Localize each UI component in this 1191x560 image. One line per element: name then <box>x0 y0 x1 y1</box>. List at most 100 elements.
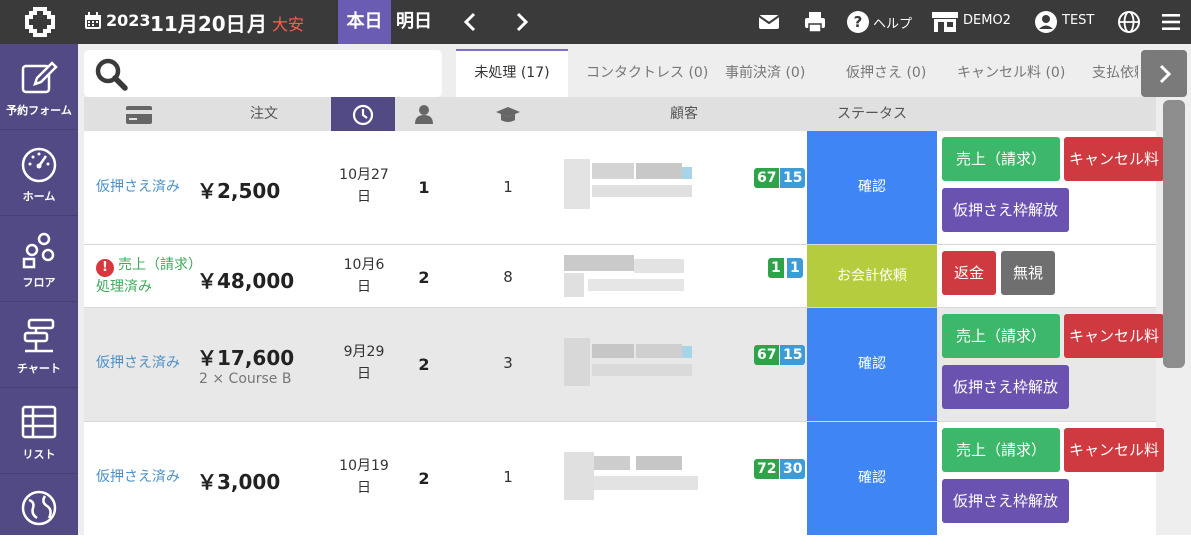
date-line: 日 <box>357 189 371 205</box>
customer-rank: 1 <box>503 178 513 196</box>
confirm-status-cell[interactable]: 確認 <box>807 422 937 535</box>
reservation-status[interactable]: ! 売上（請求）処理済み <box>96 255 196 297</box>
table-row[interactable]: 仮押さえ済み ￥2,500 10月27 日 1 1 67 15 確認 売上（請求… <box>84 131 1164 245</box>
point-badge: 1 <box>787 258 803 278</box>
dashboard-icon <box>21 147 57 183</box>
sidebar-item-label: フロア <box>22 276 56 289</box>
customer-info-redacted[interactable] <box>564 255 704 305</box>
order-price: ￥17,600 <box>197 346 295 370</box>
visit-count-badge: 67 <box>754 168 780 188</box>
date-year: 2023 <box>106 11 151 30</box>
sidebar-item-chart[interactable]: チャート <box>0 302 78 388</box>
visit-count-badge: 67 <box>754 345 780 365</box>
tomorrow-button[interactable]: 明日 <box>396 0 432 44</box>
top-bar: 2023 11月20日 月 大安 本日 明日 ? ヘルプ DEMO2 TEST <box>0 0 1191 44</box>
reservation-status[interactable]: 仮押さえ済み <box>96 353 180 373</box>
status-column-header[interactable]: ステータス <box>807 97 937 131</box>
warning-icon: ! <box>96 259 114 277</box>
tab-unprocessed[interactable]: 未処理 (17) <box>456 49 568 97</box>
sidebar-item-home[interactable]: ホーム <box>0 130 78 216</box>
customer-info-redacted[interactable] <box>564 338 704 388</box>
reservation-status[interactable]: 仮押さえ済み <box>96 467 180 487</box>
charge-button[interactable]: 売上（請求） <box>942 428 1060 472</box>
charge-button[interactable]: 売上（請求） <box>942 137 1060 181</box>
point-badge: 30 <box>780 459 806 479</box>
sidebar-item-reservation-form[interactable]: 予約フォーム <box>0 44 78 130</box>
release-hold-button[interactable]: 仮押さえ枠解放 <box>942 479 1069 523</box>
course-detail: 2 × Course B <box>199 371 292 387</box>
reservation-status[interactable]: 仮押さえ済み <box>96 177 180 197</box>
chevron-left-icon[interactable] <box>459 10 483 34</box>
today-button[interactable]: 本日 <box>338 0 391 44</box>
tab-tentative[interactable]: 仮押さえ (0) <box>846 49 926 97</box>
guest-count: 2 <box>418 355 430 374</box>
help-icon[interactable]: ? <box>846 10 870 34</box>
refund-button[interactable]: 返金 <box>942 251 996 295</box>
svg-text:?: ? <box>854 13 863 31</box>
customer-info-redacted[interactable] <box>564 452 704 502</box>
search-input[interactable] <box>84 50 442 97</box>
reservation-date: 9月29 日 <box>324 341 404 385</box>
customer-info-redacted[interactable] <box>564 159 704 209</box>
tab-bar: 未処理 (17) コンタクトレス (0) 事前決済 (0) 仮押さえ (0) キ… <box>448 44 1138 100</box>
guest-count: 2 <box>418 469 430 488</box>
date-rokuyo: 大安 <box>272 15 305 34</box>
sidebar-item-list[interactable]: リスト <box>0 388 78 474</box>
point-badge: 15 <box>780 345 806 365</box>
release-hold-button[interactable]: 仮押さえ枠解放 <box>942 365 1069 409</box>
chevron-right-icon <box>1159 64 1172 84</box>
ignore-button[interactable]: 無視 <box>1001 251 1055 295</box>
confirm-status-cell[interactable]: 確認 <box>807 131 937 244</box>
table-header: 注文 顧客 ステータス <box>84 97 1156 131</box>
shop-name[interactable]: DEMO2 <box>963 13 1011 28</box>
list-icon <box>21 405 57 439</box>
print-icon[interactable] <box>803 10 827 34</box>
guests-column-header[interactable] <box>404 97 444 131</box>
payment-column-header[interactable] <box>114 97 154 131</box>
cancel-fee-button[interactable]: キャンセル料 <box>1064 314 1164 358</box>
tab-prepaid[interactable]: 事前決済 (0) <box>725 49 805 97</box>
guest-count: 1 <box>418 178 430 197</box>
help-link[interactable]: ヘルプ <box>873 13 912 32</box>
cancel-fee-button[interactable]: キャンセル料 <box>1064 428 1164 472</box>
person-icon <box>415 105 433 124</box>
cancel-fee-button[interactable]: キャンセル料 <box>1064 137 1164 181</box>
user-name[interactable]: TEST <box>1062 13 1094 28</box>
clock-icon <box>352 104 374 126</box>
app-logo-icon[interactable] <box>24 6 56 38</box>
date-month-day: 11月20日 <box>150 12 246 36</box>
guest-count: 2 <box>418 268 430 287</box>
tab-cancel-fee[interactable]: キャンセル料 (0) <box>957 49 1065 97</box>
user-icon[interactable] <box>1034 10 1058 34</box>
credit-card-icon <box>126 106 152 124</box>
chevron-right-icon[interactable] <box>509 10 533 34</box>
tabs-next-button[interactable] <box>1141 50 1187 97</box>
table-row[interactable]: 仮押さえ済み ￥3,000 10月19 日 2 1 72 30 確認 売上（請求… <box>84 422 1164 535</box>
sidebar-item-label: 予約フォーム <box>6 104 72 117</box>
mail-icon[interactable] <box>757 10 781 34</box>
hamburger-menu-icon[interactable] <box>1159 10 1183 34</box>
release-hold-button[interactable]: 仮押さえ枠解放 <box>942 188 1069 232</box>
confirm-status-cell[interactable]: 確認 <box>807 308 937 421</box>
sidebar-item-floor[interactable]: フロア <box>0 216 78 302</box>
vertical-scrollbar[interactable] <box>1163 100 1185 368</box>
time-column-header[interactable] <box>331 97 395 131</box>
shop-icon[interactable] <box>931 10 959 34</box>
customer-column-header[interactable]: 顧客 <box>644 97 724 131</box>
order-column-header[interactable]: 注文 <box>224 97 304 131</box>
rank-column-header[interactable] <box>488 97 528 131</box>
calendar-icon <box>85 12 101 29</box>
charge-button[interactable]: 売上（請求） <box>942 314 1060 358</box>
graduation-cap-icon <box>496 107 520 122</box>
order-price: ￥48,000 <box>197 269 295 293</box>
customer-rank: 3 <box>503 354 513 372</box>
table-row[interactable]: ! 売上（請求）処理済み ￥48,000 10月6 日 2 8 1 1 お会計依頼… <box>84 245 1156 308</box>
language-globe-icon[interactable] <box>1117 10 1141 34</box>
tab-payment-request[interactable]: 支払依頼 <box>1092 49 1138 97</box>
main-content: 未処理 (17) コンタクトレス (0) 事前決済 (0) 仮押さえ (0) キ… <box>78 44 1191 535</box>
checkout-request-cell[interactable]: お会計依頼 <box>807 245 937 307</box>
table-row[interactable]: 仮押さえ済み ￥17,600 2 × Course B 9月29 日 2 3 6… <box>84 308 1164 422</box>
visit-count-badge: 72 <box>754 459 780 479</box>
tab-contactless[interactable]: コンタクトレス (0) <box>586 49 708 97</box>
sidebar-item-globe[interactable] <box>0 474 78 560</box>
